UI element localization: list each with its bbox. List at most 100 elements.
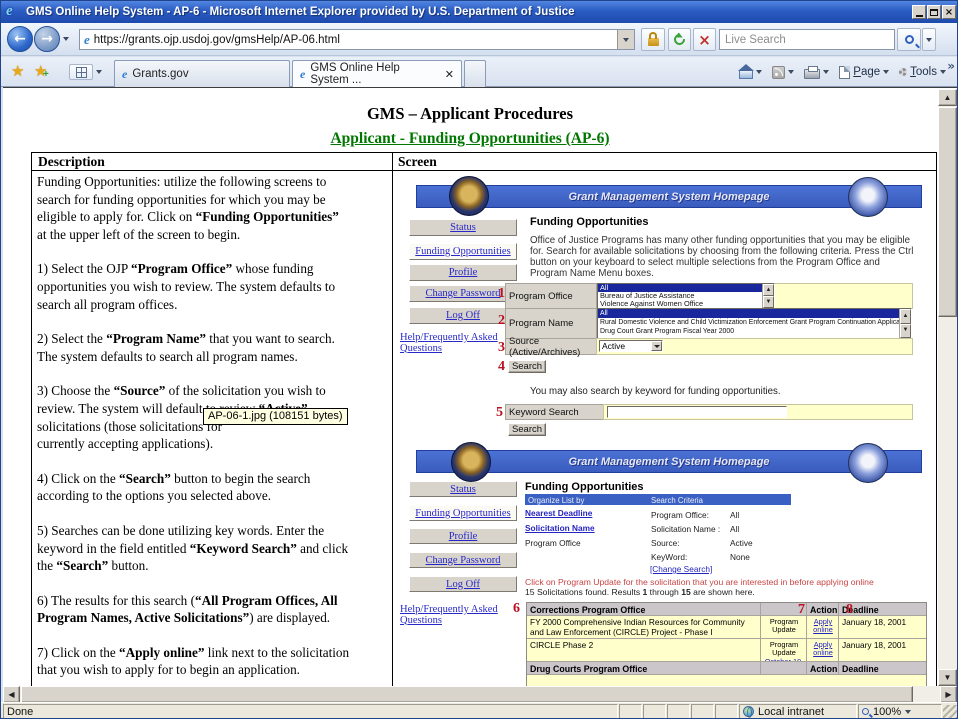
home-icon [739, 70, 753, 79]
gms-source-label: Source (Active/Archives) [505, 338, 597, 355]
doj-seal-icon [449, 176, 489, 216]
back-button[interactable]: ← [7, 26, 33, 52]
favorites-star-icon[interactable]: ★ [11, 62, 24, 80]
program-update-cell: Program UpdateOctober 19, 2000 [761, 639, 807, 662]
organize-list-by-label: Organize List by [528, 496, 584, 505]
status-pane [667, 704, 690, 719]
page-subtitle: Applicant - Funding Opportunities (AP-6) [3, 130, 937, 148]
tab-favicon-icon: e [300, 67, 305, 82]
annotation-number-8: 8 [846, 602, 853, 618]
description-line: 1) Select the OJP “Program Office” whose… [37, 260, 389, 278]
search-go-button[interactable] [897, 28, 921, 51]
forward-button[interactable]: → [34, 26, 60, 52]
gms-keyword-note: You may also search by keyword for fundi… [530, 386, 914, 397]
tab-grants-gov[interactable]: e Grants.gov [114, 60, 290, 87]
gms-sidebar-log-off: Log Off [409, 576, 517, 592]
horizontal-scrollbar[interactable]: ◀ ▶ [3, 686, 957, 703]
vertical-scroll-thumb[interactable] [938, 107, 957, 317]
security-zone-pane: Local intranet [739, 704, 857, 719]
gms-funding-heading: Funding Opportunities [525, 481, 644, 493]
tab-gms-help[interactable]: e GMS Online Help System ... ✕ [292, 60, 462, 87]
tab-label: Grants.gov [132, 68, 188, 80]
scroll-up-arrow[interactable]: ▲ [938, 89, 957, 106]
search-placeholder: Live Search [725, 34, 786, 46]
organize-link-solicitation-name: Solicitation Name [525, 523, 595, 533]
gms-sidebar-status: Status [409, 219, 517, 236]
gms-sidebar-profile: Profile [409, 264, 517, 281]
description-line: currently accepting applications). [37, 435, 389, 453]
description-line: the “Search” button. [37, 557, 389, 575]
toolbar-overflow-chevron[interactable]: » [947, 59, 955, 73]
tab-close-icon[interactable]: ✕ [445, 68, 454, 81]
solicitation-name: FY 2000 Comprehensive Indian Resources f… [527, 616, 761, 639]
feeds-button[interactable] [769, 64, 797, 81]
tools-menu-button[interactable]: Tools [896, 64, 949, 80]
titlebar: e GMS Online Help System - AP-6 - Micros… [1, 1, 958, 23]
description-cell: Funding Opportunities: utilize the follo… [37, 173, 389, 679]
annotation-number-1: 1 [498, 286, 505, 302]
address-bar[interactable]: e https://grants.ojp.usdoj.gov/gmsHelp/A… [79, 29, 635, 50]
history-dropdown[interactable] [63, 37, 69, 41]
search-options-dropdown[interactable] [922, 28, 936, 51]
description-line: 2) Select the “Program Name” that you wa… [37, 330, 389, 348]
url-text: https://grants.ojp.usdoj.gov/gmsHelp/AP-… [94, 34, 617, 46]
vertical-scrollbar[interactable]: ▲ ▼ [938, 89, 957, 686]
help-page: GMS – Applicant Procedures Applicant - F… [3, 88, 937, 686]
gms-header-bar: Grant Management System Homepage [416, 185, 922, 208]
status-pane [643, 704, 666, 719]
deadline-value: January 18, 2001 [839, 616, 926, 639]
description-line: keyword in the field entitled “Keyword S… [37, 540, 389, 558]
close-button[interactable]: × [942, 5, 956, 19]
zoom-level: 100% [873, 706, 901, 718]
description-line: search all program offices. [37, 296, 389, 314]
organize-link-nearest-deadline: Nearest Deadline [525, 508, 592, 518]
page-menu-button[interactable]: Page [836, 64, 892, 81]
horizontal-scroll-thumb[interactable] [21, 686, 913, 703]
criteria-value: All [730, 510, 739, 520]
print-button[interactable] [801, 63, 832, 81]
scroll-right-arrow[interactable]: ▶ [940, 686, 957, 703]
home-button[interactable] [736, 63, 765, 81]
solicitation-name: CIRCLE Phase 2 [527, 639, 761, 662]
image-filename-tooltip: AP-06-1.jpg (108151 bytes) [203, 408, 348, 425]
zoom-control[interactable]: 100% [858, 704, 942, 719]
stop-button[interactable]: × [693, 28, 716, 51]
tab-favicon-icon: e [122, 67, 127, 82]
resize-grip[interactable] [943, 705, 957, 718]
description-line: at the upper left of the screen to begin… [37, 226, 389, 244]
gms-program-office-label: Program Office [505, 283, 597, 309]
status-pane [691, 704, 714, 719]
description-line: eligible to apply for. Click on “Funding… [37, 208, 389, 226]
action-column-header: Action [807, 603, 839, 616]
annotation-number-2: 2 [498, 313, 505, 329]
scroll-left-arrow[interactable]: ◀ [3, 686, 20, 703]
security-lock-button[interactable] [641, 28, 665, 51]
ie-logo-icon: e [6, 4, 22, 20]
address-dropdown[interactable] [617, 30, 634, 49]
add-favorite-icon[interactable]: ★+ [34, 62, 47, 80]
maximize-button[interactable] [927, 5, 941, 19]
description-line: 3) Choose the “Source” of the solicitati… [37, 382, 389, 400]
quick-tabs-button[interactable] [69, 64, 93, 80]
page-title: GMS – Applicant Procedures [3, 104, 937, 124]
command-bar: Page Tools [736, 61, 949, 83]
criteria-value: None [730, 552, 750, 562]
zone-label: Local intranet [758, 706, 824, 718]
gms-change-search-link: [Change Search] [650, 564, 712, 574]
status-bar: Done Local intranet 100% [1, 702, 958, 719]
annotation-number-7: 7 [798, 602, 805, 618]
results-group-header: Corrections Program Office [527, 603, 761, 616]
new-tab-stub[interactable] [464, 60, 486, 87]
page-favicon-icon: e [84, 32, 90, 48]
scroll-down-arrow[interactable]: ▼ [938, 669, 957, 686]
tab-list-dropdown[interactable] [96, 70, 102, 74]
gms-sidebar-funding-opportunities: Funding Opportunities [409, 505, 517, 521]
tab-bar: ★ ★+ e Grants.gov e GMS Online Help Syst… [1, 57, 958, 87]
listbox-item: Rural Domestic Violence and Child Victim… [598, 318, 911, 327]
gms-header-title: Grant Management System Homepage [568, 456, 769, 468]
minimize-button[interactable] [912, 5, 926, 19]
description-line: 4) Click on the “Search” button to begin… [37, 470, 389, 488]
live-search-input[interactable]: Live Search [719, 29, 895, 50]
criteria-value: All [730, 524, 739, 534]
refresh-button[interactable] [668, 28, 691, 51]
